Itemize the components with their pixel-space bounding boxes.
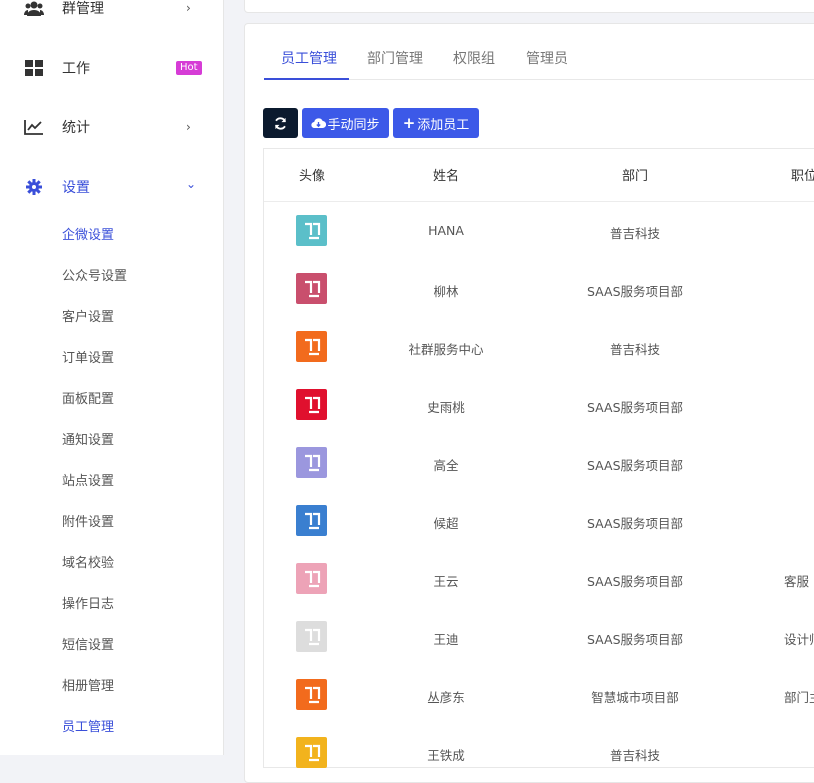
avatar <box>296 331 327 362</box>
avatar <box>296 679 327 710</box>
table-row[interactable]: 社群服务中心 普吉科技 <box>264 318 814 376</box>
submenu-panel-config[interactable]: 面板配置 <box>62 388 114 407</box>
submenu-domain-verification[interactable]: 域名校验 <box>62 552 114 571</box>
cell-name: HANA <box>428 223 464 238</box>
top-card <box>244 0 814 13</box>
column-header-name: 姓名 <box>432 169 460 184</box>
avatar <box>296 621 327 652</box>
cell-department: SAAS服务项目部 <box>586 284 684 299</box>
cell-name: 高全 <box>433 458 459 473</box>
table-row[interactable]: HANA 普吉科技 <box>264 202 814 260</box>
column-header-position: 职位 <box>791 169 814 184</box>
cell-name: 柳林 <box>433 284 459 299</box>
tab-staff-management[interactable]: 员工管理 <box>281 48 337 68</box>
submenu-customer-settings[interactable]: 客户设置 <box>62 306 114 325</box>
cell-department: SAAS服务项目部 <box>586 516 684 531</box>
submenu-wecom-settings[interactable]: 企微设置 <box>62 224 114 243</box>
refresh-icon <box>274 116 287 130</box>
sidebar-item-label: 设置 <box>62 180 90 196</box>
cell-position: 部门主 <box>784 690 814 705</box>
cell-department: SAAS服务项目部 <box>586 458 684 473</box>
cell-position: 客服 <box>784 574 810 589</box>
avatar <box>296 505 327 536</box>
cloud-download-icon <box>311 118 327 129</box>
users-icon <box>24 0 44 18</box>
cell-name: 丛彦东 <box>427 690 465 705</box>
submenu-notification-settings[interactable]: 通知设置 <box>62 429 114 448</box>
staff-table: 头像 姓名 部门 职位 HANA 普吉科技 柳林 SAAS服务项目部 社群服务中心 普吉科… <box>263 148 814 768</box>
refresh-button[interactable] <box>263 108 298 138</box>
cell-department: SAAS服务项目部 <box>586 574 684 589</box>
tab-permission-group[interactable]: 权限组 <box>453 48 495 68</box>
table-row[interactable]: 王云 SAAS服务项目部 客服 <box>264 550 814 608</box>
table-row[interactable]: 丛彦东 智慧城市项目部 部门主 <box>264 666 814 724</box>
submenu-attachment-settings[interactable]: 附件设置 <box>62 511 114 530</box>
submenu-official-account-settings[interactable]: 公众号设置 <box>62 265 127 284</box>
sidebar-item-statistics[interactable]: 统计 › <box>0 107 224 147</box>
sidebar-item-group-management[interactable]: 群管理 › <box>0 0 224 28</box>
cell-name: 王迪 <box>433 632 459 647</box>
submenu-order-settings[interactable]: 订单设置 <box>62 347 114 366</box>
cell-name: 社群服务中心 <box>408 342 484 357</box>
plus-icon: + <box>402 114 416 132</box>
add-staff-label: 添加员工 <box>417 117 470 133</box>
column-header-department: 部门 <box>621 169 649 184</box>
submenu-album-management[interactable]: 相册管理 <box>62 675 114 694</box>
table-row[interactable]: 候超 SAAS服务项目部 <box>264 492 814 550</box>
cell-department: 普吉科技 <box>609 342 661 357</box>
add-staff-button[interactable]: + 添加员工 <box>393 108 479 138</box>
sidebar-item-settings[interactable]: 设置 ⌄ <box>0 167 224 207</box>
table-row[interactable]: 王迪 SAAS服务项目部 设计师 <box>264 608 814 666</box>
avatar <box>296 273 327 304</box>
cell-name: 候超 <box>433 516 459 531</box>
manual-sync-label: 手动同步 <box>327 117 380 133</box>
avatar <box>296 563 327 594</box>
table-row[interactable]: 柳林 SAAS服务项目部 <box>264 260 814 318</box>
hot-badge: Hot <box>176 61 202 75</box>
submenu-staff-management[interactable]: 员工管理 <box>62 716 114 735</box>
sidebar-item-work[interactable]: 工作 Hot <box>0 48 224 88</box>
sidebar-item-label: 工作 <box>62 61 90 77</box>
tab-bar: 员工管理 部门管理 权限组 管理员 <box>264 40 814 80</box>
grid-icon <box>24 58 44 78</box>
chevron-down-icon: ⌄ <box>186 177 197 191</box>
column-header-avatar: 头像 <box>298 169 326 184</box>
manual-sync-button[interactable]: 手动同步 <box>302 108 389 138</box>
sidebar-item-label: 统计 <box>62 120 90 136</box>
avatar <box>296 447 327 478</box>
cell-department: 智慧城市项目部 <box>591 690 679 705</box>
line-chart-icon <box>24 117 44 137</box>
active-tab-indicator <box>264 78 349 80</box>
cell-position: 设计师 <box>784 632 814 647</box>
gear-icon <box>24 177 44 197</box>
submenu-sms-settings[interactable]: 短信设置 <box>62 634 114 653</box>
chevron-right-icon: › <box>186 120 191 134</box>
chevron-right-icon: › <box>186 1 191 15</box>
cell-department: 普吉科技 <box>609 226 661 241</box>
tab-administrator[interactable]: 管理员 <box>526 48 568 68</box>
avatar <box>296 389 327 420</box>
avatar <box>296 737 327 768</box>
submenu-operation-log[interactable]: 操作日志 <box>62 593 114 612</box>
cell-name: 史雨桃 <box>427 400 465 415</box>
cell-department: SAAS服务项目部 <box>586 632 684 647</box>
table-row[interactable]: 史雨桃 SAAS服务项目部 <box>264 376 814 434</box>
submenu-site-settings[interactable]: 站点设置 <box>62 470 114 489</box>
cell-department: SAAS服务项目部 <box>586 400 684 415</box>
table-row[interactable]: 王铁成 普吉科技 <box>264 724 814 782</box>
sidebar: 群管理 › 工作 Hot 统计 › 设置 ⌄ 企微设置 公众号设置 客户设置 订… <box>0 0 224 755</box>
cell-name: 王云 <box>433 574 459 589</box>
table-row[interactable]: 高全 SAAS服务项目部 <box>264 434 814 492</box>
tab-department-management[interactable]: 部门管理 <box>367 48 423 68</box>
sidebar-item-label: 群管理 <box>62 1 104 17</box>
avatar <box>296 215 327 246</box>
